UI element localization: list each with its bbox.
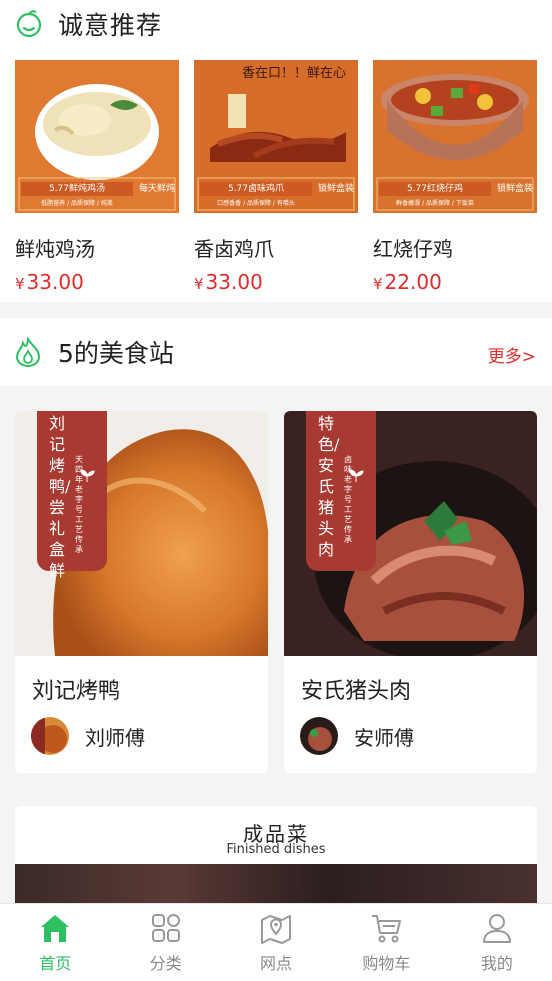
recommend-title: 诚意推荐: [58, 11, 163, 40]
product-price: ¥33.00: [194, 270, 358, 294]
recommend-header: 诚意推荐: [14, 6, 162, 42]
avatar: [31, 717, 69, 755]
chef-name: 安师傅: [354, 725, 414, 750]
banner-subtitle: 鲜香嫩滑 / 品质保障 / 下饭菜: [396, 200, 474, 207]
tab-label: 购物车: [362, 954, 411, 973]
location-icon: [261, 915, 292, 944]
product-card-braised-chicken[interactable]: 5.77红烧仔鸡 鲜香嫩滑 / 品质保障 / 下饭菜 锁鲜盒装 红烧仔鸡 ¥22…: [373, 60, 537, 294]
dish-tag-subtitle: 卤味老字号工艺传承: [344, 455, 352, 544]
banner-label: 5.77鲜炖鸡汤: [21, 182, 133, 196]
chef-info: 安师傅: [300, 717, 414, 755]
price-value: 22.00: [384, 270, 442, 294]
dish-tag-title: 刘记烤鸭/尝礼盒鲜: [49, 414, 71, 580]
chef-dish-image: 刘记烤鸭/尝礼盒鲜 天四年老字号工艺传承: [15, 411, 268, 656]
banner-side-text: 锁鲜盒装: [318, 184, 355, 194]
product-price: ¥22.00: [373, 270, 537, 294]
banner-subtitle: 口感香香 / 品质保障 / 有嚼头: [217, 200, 295, 207]
price-value: 33.00: [205, 270, 263, 294]
tab-profile[interactable]: 我的: [442, 904, 552, 981]
flame-icon: [15, 337, 41, 367]
cart-icon: [372, 915, 402, 943]
banner-side-text: 每天鲜炖: [139, 184, 176, 194]
currency-symbol: ¥: [194, 275, 204, 293]
dish-name: 刘记烤鸭: [32, 679, 121, 704]
currency-symbol: ¥: [373, 275, 383, 293]
finished-dishes-subtitle: Finished dishes: [226, 842, 326, 857]
product-name: 红烧仔鸡: [373, 237, 453, 261]
tab-label: 我的: [480, 954, 513, 973]
dish-tag-subtitle: 天四年老字号工艺传承: [75, 455, 83, 554]
avatar: [300, 717, 338, 755]
tab-outlets[interactable]: 网点: [221, 904, 331, 981]
finished-dishes-section[interactable]: 成品菜 Finished dishes: [15, 806, 537, 916]
recommend-section: 诚意推荐 5.77鲜炖鸡汤 低脂营养 / 品质保障 / 纯美 每天鲜炖 鲜炖鸡汤…: [0, 0, 552, 302]
banner-subtitle: 低脂营养 / 品质保障 / 纯美: [41, 200, 113, 207]
product-name: 鲜炖鸡汤: [15, 237, 95, 261]
tab-label: 网点: [260, 954, 293, 973]
dish-tag: 刘记烤鸭/尝礼盒鲜 天四年老字号工艺传承: [37, 411, 107, 580]
food-station-header: 5的美食站 更多>: [0, 318, 552, 386]
tab-label: 首页: [39, 954, 72, 973]
chef-name: 刘师傅: [85, 725, 145, 750]
tab-cart[interactable]: 购物车: [331, 904, 441, 981]
product-image: 5.77红烧仔鸡 鲜香嫩滑 / 品质保障 / 下饭菜 锁鲜盒装: [373, 60, 537, 213]
product-image: 香在口！！鲜在心 5.77卤味鸡爪 口感香香 / 品质保障 / 有嚼头 锁鲜盒装: [194, 60, 358, 213]
dish-name: 安氏猪头肉: [301, 679, 412, 704]
banner-side-text: 锁鲜盒装: [497, 184, 534, 194]
currency-symbol: ¥: [15, 275, 25, 293]
product-price: ¥33.00: [15, 270, 179, 294]
smile-icon: [16, 10, 42, 38]
food-station-title-row: 5的美食站: [14, 334, 174, 370]
bottom-tab-bar: 首页 分类 网点 购物车 我的: [0, 903, 552, 981]
tab-home[interactable]: 首页: [0, 904, 110, 981]
more-link[interactable]: 更多>: [488, 342, 536, 367]
chef-dish-image: 特色/安氏猪头肉 卤味老字号工艺传承: [284, 411, 537, 656]
product-name: 香卤鸡爪: [194, 237, 274, 261]
food-station-title: 5的美食站: [58, 339, 174, 368]
home-icon: [41, 915, 70, 942]
price-value: 33.00: [26, 270, 84, 294]
slogan-text: 香在口！！鲜在心: [242, 66, 347, 81]
banner-label: 5.77卤味鸡爪: [200, 182, 312, 196]
tab-label: 分类: [149, 954, 182, 973]
dish-tag: 特色/安氏猪头肉 卤味老字号工艺传承: [306, 411, 376, 571]
user-icon: [482, 914, 511, 943]
dish-tag-title: 特色/安氏猪头肉: [318, 414, 340, 559]
product-card-braised-chicken-feet[interactable]: 香在口！！鲜在心 5.77卤味鸡爪 口感香香 / 品质保障 / 有嚼头 锁鲜盒装…: [194, 60, 358, 294]
category-icon: [151, 914, 180, 942]
product-image: 5.77鲜炖鸡汤 低脂营养 / 品质保障 / 纯美 每天鲜炖: [15, 60, 179, 213]
tab-category[interactable]: 分类: [110, 904, 220, 981]
chef-card-pork-head[interactable]: 特色/安氏猪头肉 卤味老字号工艺传承 安氏猪头肉 安师傅: [284, 411, 537, 773]
product-card-chicken-soup[interactable]: 5.77鲜炖鸡汤 低脂营养 / 品质保障 / 纯美 每天鲜炖 鲜炖鸡汤 ¥33.…: [15, 60, 179, 294]
chef-info: 刘师傅: [31, 717, 145, 755]
chef-card-roast-duck[interactable]: 刘记烤鸭/尝礼盒鲜 天四年老字号工艺传承 刘记烤鸭 刘师傅: [15, 411, 268, 773]
banner-label: 5.77红烧仔鸡: [379, 182, 491, 196]
